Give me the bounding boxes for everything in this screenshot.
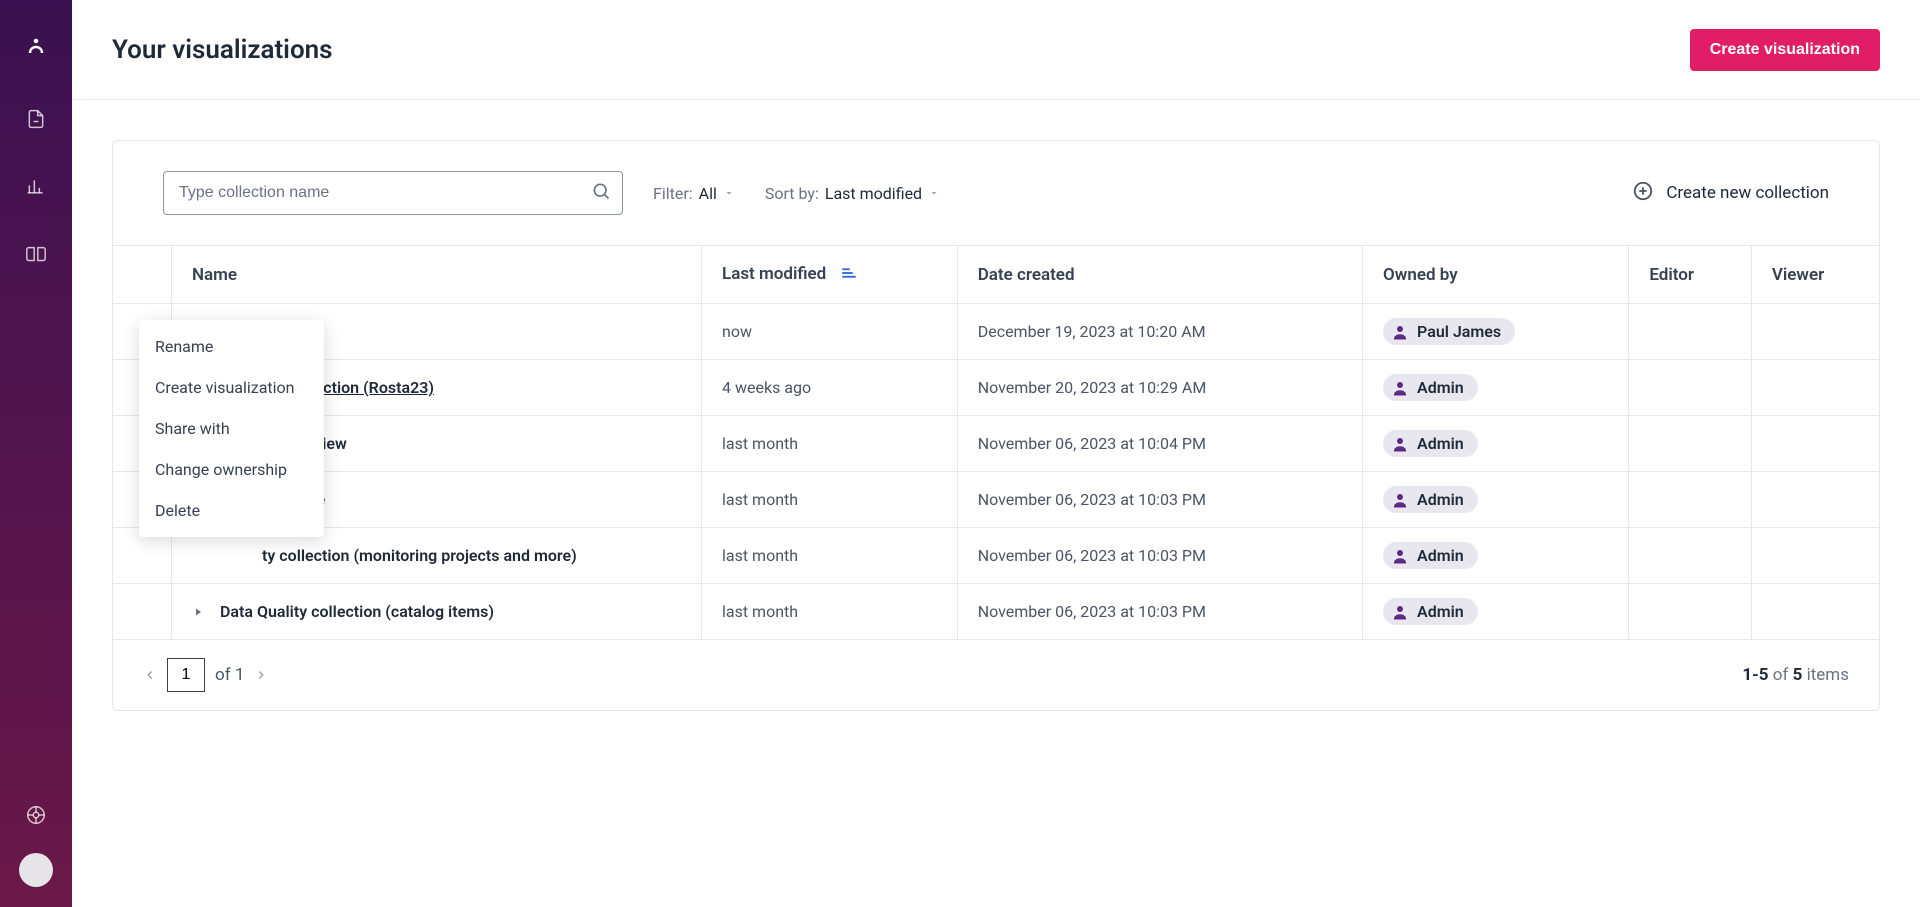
prev-page-button[interactable]	[143, 668, 157, 682]
column-viewer[interactable]: Viewer	[1772, 265, 1824, 285]
next-page-button[interactable]	[254, 668, 268, 682]
owner-name: Admin	[1417, 378, 1464, 397]
date-created-cell: December 19, 2023 at 10:20 AM	[957, 304, 1362, 360]
user-avatar[interactable]	[19, 853, 53, 887]
column-owned-by[interactable]: Owned by	[1383, 265, 1458, 285]
last-modified-cell: last month	[702, 472, 958, 528]
context-menu-create-visualization[interactable]: Create visualization	[139, 367, 324, 408]
pagination: of 1 1-5 of 5 items	[113, 640, 1879, 710]
table-row: Data Quality collection (catalog items) l…	[113, 584, 1879, 640]
table-row: es overviewlast monthNovember 06, 2023 a…	[113, 416, 1879, 472]
expand-toggle-icon[interactable]	[192, 606, 204, 618]
collections-table: Name Last modified Date created Owned by…	[113, 245, 1879, 640]
filter-value: All	[699, 184, 717, 203]
date-created-cell: November 20, 2023 at 10:29 AM	[957, 360, 1362, 416]
owner-name: Paul James	[1417, 322, 1501, 341]
sort-dropdown[interactable]: Sort by: Last modified	[765, 184, 940, 203]
create-visualization-button[interactable]: Create visualization	[1690, 29, 1880, 71]
settings-icon[interactable]	[16, 795, 56, 835]
chevron-down-icon	[723, 184, 735, 203]
owner-pill: Admin	[1383, 486, 1478, 513]
context-menu-change-ownership[interactable]: Change ownership	[139, 449, 324, 490]
page-input[interactable]	[167, 658, 205, 692]
search-input[interactable]	[163, 171, 623, 215]
owner-pill: Admin	[1383, 598, 1478, 625]
owner-pill: Paul James	[1383, 318, 1515, 345]
filter-dropdown[interactable]: Filter: All	[653, 184, 735, 203]
sort-value: Last modified	[825, 184, 922, 203]
date-created-cell: November 06, 2023 at 10:04 PM	[957, 416, 1362, 472]
owner-pill: Admin	[1383, 430, 1478, 457]
toolbar: Filter: All Sort by: Last modified	[113, 141, 1879, 245]
owner-name: Admin	[1417, 602, 1464, 621]
table-row: ormancelast monthNovember 06, 2023 at 10…	[113, 472, 1879, 528]
date-created-cell: November 06, 2023 at 10:03 PM	[957, 472, 1362, 528]
column-last-modified[interactable]: Last modified	[722, 264, 826, 284]
sort-ascending-icon	[840, 265, 858, 285]
search-icon	[591, 181, 611, 205]
table-row: ty collection (monitoring projects and m…	[113, 528, 1879, 584]
column-name[interactable]: Name	[192, 265, 237, 285]
of-label: of	[215, 665, 231, 685]
nav-document-icon[interactable]	[16, 99, 56, 139]
create-collection-label: Create new collection	[1666, 183, 1829, 203]
last-modified-cell: 4 weeks ago	[702, 360, 958, 416]
table-row: mo collection (Rosta23)4 weeks agoNovemb…	[113, 360, 1879, 416]
column-date-created[interactable]: Date created	[978, 265, 1075, 285]
filter-label: Filter:	[653, 184, 693, 203]
context-menu-delete[interactable]: Delete	[139, 490, 324, 531]
owner-name: Admin	[1417, 490, 1464, 509]
total-pages: 1	[235, 665, 245, 685]
column-editor[interactable]: Editor	[1649, 265, 1694, 285]
sidebar	[0, 0, 72, 907]
date-created-cell: November 06, 2023 at 10:03 PM	[957, 584, 1362, 640]
last-modified-cell: last month	[702, 584, 958, 640]
nav-book-icon[interactable]	[16, 235, 56, 275]
table-row: SamplenowDecember 19, 2023 at 10:20 AMPa…	[113, 304, 1879, 360]
page-title: Your visualizations	[112, 35, 333, 65]
items-range: 1-5	[1742, 665, 1768, 685]
items-label: items	[1807, 665, 1849, 685]
collection-name[interactable]: Data Quality collection (catalog items)	[220, 602, 494, 621]
chevron-down-icon	[928, 184, 940, 203]
sort-label: Sort by:	[765, 184, 819, 203]
last-modified-cell: last month	[702, 528, 958, 584]
collection-name[interactable]: ty collection (monitoring projects and m…	[262, 546, 577, 565]
context-menu: Rename Create visualization Share with C…	[139, 320, 324, 537]
owner-name: Admin	[1417, 434, 1464, 453]
owner-name: Admin	[1417, 546, 1464, 565]
context-menu-share-with[interactable]: Share with	[139, 408, 324, 449]
nav-chart-icon[interactable]	[16, 167, 56, 207]
of-label-2: of	[1773, 665, 1789, 685]
create-collection-button[interactable]: Create new collection	[1632, 180, 1829, 207]
date-created-cell: November 06, 2023 at 10:03 PM	[957, 528, 1362, 584]
context-menu-rename[interactable]: Rename	[139, 326, 324, 367]
collections-card: Filter: All Sort by: Last modified	[112, 140, 1880, 711]
last-modified-cell: now	[702, 304, 958, 360]
page-header: Your visualizations Create visualization	[72, 0, 1920, 100]
app-logo	[24, 35, 48, 59]
owner-pill: Admin	[1383, 542, 1478, 569]
owner-pill: Admin	[1383, 374, 1478, 401]
plus-circle-icon	[1632, 180, 1654, 207]
last-modified-cell: last month	[702, 416, 958, 472]
total-items: 5	[1793, 665, 1803, 685]
